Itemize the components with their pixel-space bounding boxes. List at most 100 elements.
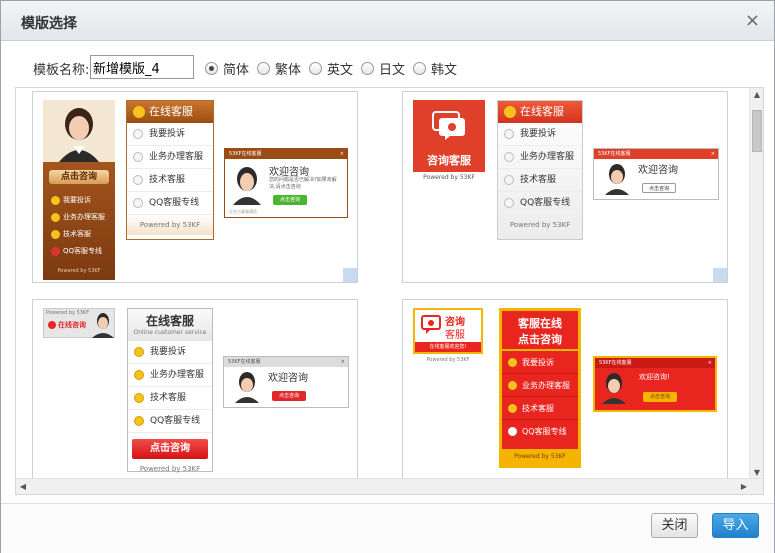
radio-label: 简体: [223, 63, 250, 78]
service-icon: [504, 175, 514, 185]
radio-dot-icon[interactable]: [413, 62, 426, 75]
close-icon[interactable]: ×: [745, 10, 760, 31]
side-item-label: 我要投诉: [63, 196, 91, 204]
card-corner: [713, 268, 727, 282]
row-label: 业务办理客服: [149, 152, 204, 162]
row-label: 业务办理客服: [520, 152, 575, 162]
mini-float-widget: Powered by 53KF 在线咨询: [43, 308, 115, 338]
consult-badge: 咨询 客服 在线客服欢迎您!: [413, 308, 483, 354]
row-label: 我要投诉: [150, 347, 187, 357]
invite-title: 欢迎咨询: [269, 167, 309, 178]
chat-bubble-icon: [432, 111, 465, 140]
template-card-4[interactable]: 咨询 客服 在线客服欢迎您! Powered by 53KF 客服在线 点击咨询…: [402, 299, 728, 494]
service-icon: [133, 152, 143, 162]
panel-row: 我要投诉: [498, 123, 582, 146]
import-button[interactable]: 导入: [712, 513, 759, 538]
qq-icon: [508, 404, 517, 413]
service-icon: [504, 152, 514, 162]
radio-lang-traditional[interactable]: 繁体: [257, 59, 301, 78]
red-panel-title-1: 客服在线: [518, 317, 562, 330]
qq-icon: [51, 213, 60, 222]
tile-title: 咨询客服: [427, 154, 471, 167]
template-card-3[interactable]: Powered by 53KF 在线咨询 在线客服 Online custome…: [32, 299, 358, 494]
row-label: 技术客服: [522, 404, 554, 413]
service-icon: [133, 198, 143, 208]
panel-row: 技术客服: [128, 387, 212, 410]
qq-icon: [508, 381, 517, 390]
panel-consult-button: 点击咨询: [132, 439, 208, 459]
red-panel-header: 客服在线 点击咨询: [502, 311, 578, 351]
qq-penguin-icon: [508, 427, 517, 436]
template-name-input[interactable]: [90, 55, 194, 79]
panel-row: 业务办理客服: [498, 146, 582, 169]
invite-bar: 53KF在线客服 ×: [225, 149, 347, 159]
radio-label: 繁体: [275, 63, 302, 78]
side-item: QQ客服专线: [49, 243, 109, 260]
row-label: 技术客服: [520, 175, 557, 185]
radio-dot-icon[interactable]: [361, 62, 374, 75]
template-card-1[interactable]: 点击咨询 我要投诉 业务办理客服 技术客服 QQ客服专线 Powered by …: [32, 91, 358, 283]
close-icon: ×: [707, 360, 712, 366]
invite-text: 您的问题是否已解决?如果未解决,请点击咨询: [269, 177, 337, 190]
panel-row: QQ客服专线: [128, 410, 212, 433]
radio-lang-japanese[interactable]: 日文: [361, 59, 405, 78]
invite-consult-button: 点击咨询: [642, 183, 676, 193]
service-icon: [504, 198, 514, 208]
panel-foot: Powered by 53KF: [139, 465, 201, 473]
row-label: 我要投诉: [149, 129, 186, 139]
qq-penguin-icon: [51, 247, 60, 256]
horizontal-scrollbar[interactable]: ◀ ▶: [16, 478, 763, 494]
scroll-left-icon[interactable]: ◀: [16, 479, 30, 494]
scroll-up-icon[interactable]: ▲: [750, 88, 763, 102]
close-icon: ×: [339, 151, 344, 157]
invite-bar-label: 53KF在线客服: [598, 151, 631, 157]
mini-powered: Powered by 53KF: [46, 310, 90, 316]
side-float-widget: 点击咨询 我要投诉 业务办理客服 技术客服 QQ客服专线 Powered by …: [43, 100, 115, 280]
close-icon: ×: [710, 151, 715, 157]
scroll-thumb[interactable]: [752, 110, 762, 152]
template-card-2[interactable]: 咨询客服 Powered by 53KF 在线客服 我要投诉 业务办理客服 技术…: [402, 91, 728, 283]
tile-powered: Powered by 53KF: [423, 174, 475, 181]
qq-icon: [51, 196, 60, 205]
red-panel-title-2: 点击咨询: [518, 333, 562, 346]
panel-header: 在线客服: [127, 101, 213, 123]
list-panel: 在线客服 我要投诉 业务办理客服 技术客服 QQ客服专线 Powered by …: [497, 100, 583, 240]
dialog-titlebar: 模版选择 ×: [1, 1, 774, 41]
invite-bar-label: 53KF在线客服: [228, 359, 261, 365]
qq-icon: [51, 230, 60, 239]
qq-icon: [133, 106, 145, 118]
radio-label: 韩文: [431, 63, 458, 78]
invite-foot: 正在与客服通话: [229, 209, 257, 214]
close-button[interactable]: 关闭: [651, 513, 698, 538]
template-gallery[interactable]: 点击咨询 我要投诉 业务办理客服 技术客服 QQ客服专线 Powered by …: [15, 87, 764, 495]
radio-lang-simplified[interactable]: 简体: [205, 59, 249, 78]
row-label: QQ客服专线: [520, 198, 571, 208]
list-panel: 在线客服 我要投诉 业务办理客服 技术客服 QQ客服专线 Powered by …: [126, 100, 214, 240]
template-name-label: 模板名称:: [33, 63, 90, 78]
template-select-dialog: 模版选择 × 模板名称: 简体 繁体 英文 日文 韩文: [0, 0, 775, 553]
side-item: 我要投诉: [49, 192, 109, 209]
invite-consult-button: 点击咨询: [273, 195, 307, 205]
radio-dot-icon[interactable]: [257, 62, 270, 75]
panel-row: 我要投诉: [127, 123, 213, 146]
red-panel-row: 技术客服: [502, 397, 578, 420]
close-icon: ×: [340, 359, 345, 365]
invite-popup: 53KF在线客服 × 欢迎咨询 点击咨询: [223, 356, 349, 408]
radio-lang-english[interactable]: 英文: [309, 59, 353, 78]
panel-row: 业务办理客服: [127, 146, 213, 169]
agent-avatar-icon: [92, 313, 114, 338]
vertical-scrollbar[interactable]: ▲ ▼: [749, 88, 763, 480]
radio-label: 英文: [327, 63, 354, 78]
scroll-right-icon[interactable]: ▶: [737, 479, 751, 494]
radio-dot-icon[interactable]: [205, 62, 218, 75]
card-corner: [343, 268, 357, 282]
badge-powered: Powered by 53KF: [426, 357, 470, 363]
radio-dot-icon[interactable]: [309, 62, 322, 75]
radio-lang-korean[interactable]: 韩文: [413, 59, 457, 78]
template-toolbar: 模板名称: 简体 繁体 英文 日文 韩文: [33, 55, 753, 79]
invite-bar: 53KF在线客服 ×: [594, 149, 718, 159]
panel-foot: Powered by 53KF: [509, 221, 571, 229]
status-dot-icon: [48, 321, 56, 329]
agent-avatar-icon: [602, 373, 626, 404]
agent-avatar-icon: [233, 167, 261, 205]
